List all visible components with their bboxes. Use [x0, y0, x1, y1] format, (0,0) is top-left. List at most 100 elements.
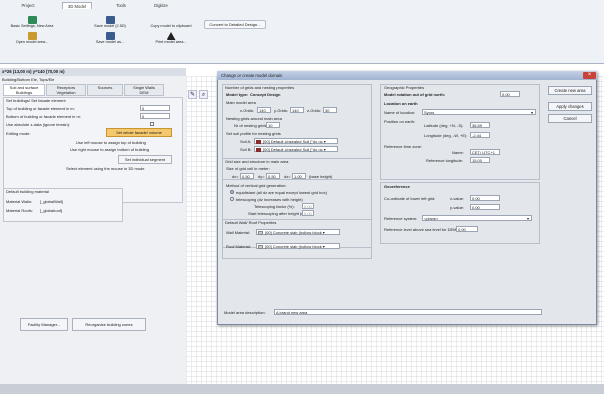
basic-settings-button[interactable]: Basic Settings, New Area: [4, 16, 60, 29]
telescoping-radio[interactable]: [230, 197, 234, 201]
close-icon[interactable]: ×: [583, 72, 596, 79]
soil-a-select[interactable]: [00] Default Unsealed Soil ["do nc ▾: [254, 138, 338, 144]
convert-detailed-button[interactable]: Convert to Detailed Design...: [204, 20, 266, 29]
description-input[interactable]: A brand new area: [274, 309, 542, 315]
absolute-z-checkbox[interactable]: [150, 122, 154, 126]
material-roofs-label: Material Roofs:: [6, 208, 33, 213]
reference-system-select[interactable]: <plane> ▾: [422, 215, 532, 221]
default-material-title: Default building material: [6, 189, 49, 194]
tab-soil-buildings[interactable]: Soil and surface Buildings: [3, 84, 45, 96]
tele-start-label: Start telescoping after height (m):: [248, 211, 308, 216]
coordinate-readout: x=26 (13,00 m) y=140 (70,00 m): [0, 68, 186, 76]
x-value-input[interactable]: 0.00: [470, 195, 500, 201]
ygrids-input[interactable]: 140: [290, 107, 304, 113]
latitude-input[interactable]: 36.59: [470, 122, 490, 128]
longitude-input[interactable]: -2.44: [470, 132, 490, 138]
wall-material-value: [00] Concrete slab (hollow block ▾: [265, 230, 325, 235]
dy-input[interactable]: 0.50: [266, 173, 280, 179]
y-value-input[interactable]: 0.00: [470, 204, 500, 210]
sea-level-input[interactable]: 0.00: [456, 226, 478, 232]
chevron-down-icon: ▾: [530, 110, 533, 115]
absolute-z-label: Use absolute z-data (ignore terrain):: [6, 122, 71, 127]
print-model-button[interactable]: Print model area...: [146, 32, 196, 45]
soil-swatch-icon: [256, 147, 261, 152]
print-model-label: Print model area...: [155, 40, 187, 44]
equidistant-label: equidistant (all dz are equal except low…: [236, 190, 327, 195]
main-area-label: Main model area: [226, 100, 256, 105]
soil-b-value: [00] Default Unsealed Soil ["do nc ▾: [263, 147, 326, 152]
save-as-button[interactable]: Save model as...: [86, 32, 134, 45]
blank-icon: [166, 16, 176, 24]
timezone-name-label: Name:: [452, 150, 464, 155]
create-area-button[interactable]: Create new area: [548, 86, 592, 95]
soil-b-select[interactable]: [00] Default Unsealed Soil ["do nc ▾: [254, 146, 338, 152]
open-model-button[interactable]: Open model area...: [4, 32, 60, 45]
cancel-button[interactable]: Cancel: [548, 114, 592, 123]
tab-sources-label: Sources: [97, 85, 113, 90]
zoom-icon[interactable]: ⌕: [199, 90, 208, 99]
equidistant-radio[interactable]: [230, 190, 234, 194]
hint-select-3d: Select element using the mouse in 3D mod…: [66, 166, 145, 171]
lower-left-label: Co-ordinate of lower left grid:: [384, 196, 436, 201]
zgrids-input[interactable]: 30: [323, 107, 337, 113]
top-label: Top of building or facade element in m:: [6, 106, 75, 111]
tele-factor-input[interactable]: 0.00: [302, 203, 314, 209]
ygrids-label: y-Grids:: [274, 108, 288, 113]
tele-start-input[interactable]: 0.00: [302, 210, 314, 216]
bottom-input[interactable]: 0: [140, 113, 170, 119]
dialog-title: Change or create model domain: [217, 71, 597, 80]
timezone-name-input[interactable]: CET/ UTC+1: [470, 149, 500, 155]
chevron-down-icon: ▾: [526, 216, 529, 221]
xgrids-input[interactable]: 140: [257, 107, 271, 113]
reference-system-label: Reference system:: [384, 216, 418, 221]
top-input[interactable]: 0: [140, 105, 170, 111]
grid-size-title: Grid size and structure in main area: [225, 159, 289, 164]
base-height-label: (base height): [309, 174, 333, 179]
pencil-icon[interactable]: ✎: [188, 90, 197, 99]
save-as-icon: [105, 32, 115, 40]
material-roofs-value[interactable]: [_globalroof]: [40, 208, 62, 213]
nest-count-label: Nr of nesting grids:: [234, 123, 268, 128]
tab-project[interactable]: Project: [14, 2, 42, 9]
copy-clipboard-button[interactable]: Copy model to clipboard: [146, 16, 196, 29]
location-name-value: Syros: [424, 110, 435, 115]
cell-size-label: Size of grid cell in meter:: [226, 166, 270, 171]
dz-input[interactable]: 1.00: [292, 173, 306, 179]
save-icon: [105, 16, 115, 24]
wall-material-select[interactable]: [00] Concrete slab (hollow block ▾: [256, 229, 340, 235]
xgrids-label: x-Grids:: [240, 108, 254, 113]
dx-input[interactable]: 0.50: [240, 173, 254, 179]
tab-receptors-vegetation[interactable]: Receptors Vegetation: [46, 84, 86, 96]
save-2d-label: Save model (2.5D): [94, 24, 126, 28]
copy-clipboard-label: Copy model to clipboard: [150, 24, 192, 28]
tab-single-walls-dem[interactable]: Single Walls DEM: [124, 84, 164, 96]
sea-level-label: Reference level above sea level for DEM(…: [384, 227, 464, 232]
bottom-label: Bottom of building or facade element in …: [6, 114, 81, 119]
rotation-input[interactable]: 0.00: [500, 91, 520, 97]
facility-manager-button[interactable]: Facility Manager...: [20, 318, 68, 331]
vertical-method-label: Method of vertical grid generation:: [226, 183, 287, 188]
wall-roof-group: [222, 219, 372, 259]
tab-sources[interactable]: Sources: [87, 84, 123, 96]
apply-changes-button[interactable]: Apply changes: [548, 102, 592, 111]
reference-system-value: <plane>: [424, 216, 439, 221]
dx-label: dx=: [232, 174, 239, 179]
reference-longitude-input[interactable]: 15.00: [470, 157, 490, 163]
tab-digitize[interactable]: Digitize: [150, 2, 172, 9]
y-value-label: y-value:: [450, 205, 465, 210]
reorganize-zones-button[interactable]: Reorganize building zones: [72, 318, 146, 331]
nest-count-input[interactable]: 10: [266, 122, 280, 128]
tab-3d-model[interactable]: 3D Model: [62, 2, 92, 9]
roof-material-select[interactable]: [00] Concrete slab (hollow block ▾: [256, 243, 340, 249]
material-walls-value[interactable]: [_globalWall]: [40, 199, 63, 204]
set-whole-facade-button[interactable]: Set whole facade/ volume: [106, 128, 172, 137]
zgrids-label: z-Grids:: [307, 108, 321, 113]
left-panel-title: Building/Bottom Ele, Tops/Ele: [2, 77, 55, 82]
rotation-label: Model rotation out of grid north:: [384, 92, 446, 97]
set-segment-button[interactable]: Set individual segment: [118, 155, 172, 164]
location-name-select[interactable]: Syros ▾: [422, 109, 536, 115]
tab-tools[interactable]: Tools: [110, 2, 132, 9]
save-2d-button[interactable]: Save model (2.5D): [86, 16, 134, 29]
tab-receptors-label: Receptors Vegetation: [56, 85, 76, 95]
roof-material-value: [00] Concrete slab (hollow block ▾: [265, 244, 325, 249]
